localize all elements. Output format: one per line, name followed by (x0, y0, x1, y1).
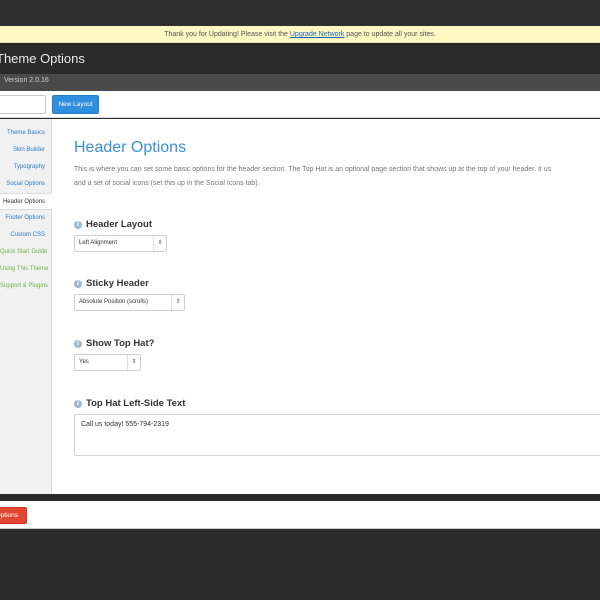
info-icon[interactable]: i (74, 399, 82, 408)
upgrade-network-link[interactable]: Upgrade Network (290, 31, 344, 38)
top-admin-bar (0, 0, 600, 26)
sidebar-item-typography[interactable]: Typography (0, 159, 51, 176)
option-sticky-header: i Sticky Header Absolute Position (scrol… (74, 278, 185, 311)
update-notice: Thank you for Updating! Please visit the… (0, 26, 600, 43)
sidebar-item-social-options[interactable]: Social Options (0, 176, 51, 193)
select-arrows-icon: ⇕ (127, 355, 140, 370)
action-bar: New Layout (0, 91, 600, 118)
info-icon[interactable]: i (74, 220, 82, 229)
notice-text-after: page to update all your sites. (344, 31, 436, 38)
sidebar-item-support-plugins[interactable]: Support & Plugins (0, 278, 51, 295)
new-layout-button[interactable]: New Layout (52, 95, 99, 114)
option-title: Sticky Header (86, 278, 149, 289)
option-top-hat-left-text: i Top Hat Left-Side Text Call us today! … (74, 398, 600, 456)
show-top-hat-select[interactable]: Yes ⇕ (74, 354, 141, 371)
select-value: Yes (79, 359, 89, 365)
sidebar-item-quick-start-guide[interactable]: Quick Start Guide (0, 244, 51, 261)
sidebar-item-theme-basics[interactable]: Theme Basics (0, 125, 51, 142)
version-bar: Version 2.0.16 (0, 74, 600, 91)
select-value: Left Alignment (79, 240, 118, 246)
select-arrows-icon: ⇕ (153, 236, 166, 251)
options-sidebar: Theme Basics Skin Builder Typography Soc… (0, 119, 52, 494)
info-icon[interactable]: i (74, 339, 82, 348)
footer-divider (0, 494, 600, 501)
sticky-header-select[interactable]: Absolute Position (scrolls) ⇕ (74, 294, 185, 311)
page-title: Theme Options (0, 51, 85, 66)
top-hat-left-text-field[interactable]: Call us today! 555-794-2319 (74, 414, 600, 456)
option-show-top-hat: i Show Top Hat? Yes ⇕ (74, 338, 154, 371)
select-arrows-icon: ⇕ (171, 295, 184, 310)
option-title: Top Hat Left-Side Text (86, 398, 186, 409)
header-layout-select[interactable]: Left Alignment ⇕ (74, 235, 167, 252)
option-header-layout: i Header Layout Left Alignment ⇕ (74, 219, 167, 252)
option-title: Show Top Hat? (86, 338, 155, 349)
layout-select[interactable] (0, 95, 46, 114)
options-panel: Theme Basics Skin Builder Typography Soc… (0, 119, 600, 494)
section-heading: Header Options (74, 139, 187, 156)
save-options-button[interactable]: Options (0, 507, 27, 524)
description-line-1: This is where you can set some basic opt… (74, 166, 552, 173)
sidebar-item-custom-css[interactable]: Custom CSS (0, 227, 51, 244)
notice-text-before: Thank you for Updating! Please visit the (164, 31, 290, 38)
title-bar: Theme Options (0, 43, 600, 74)
sidebar-item-footer-options[interactable]: Footer Options (0, 210, 51, 227)
info-icon[interactable]: i (74, 279, 82, 288)
version-label: Version 2.0.16 (4, 77, 49, 84)
save-bar: Options (0, 501, 600, 529)
option-title: Header Layout (86, 219, 152, 230)
select-value: Absolute Position (scrolls) (79, 299, 149, 305)
sidebar-item-header-options[interactable]: Header Options (0, 193, 52, 210)
options-content: Header Options This is where you can set… (52, 119, 600, 494)
sidebar-item-using-this-theme[interactable]: Using This Theme (0, 261, 51, 278)
section-description: This is where you can set some basic opt… (74, 163, 600, 191)
sidebar-item-skin-builder[interactable]: Skin Builder (0, 142, 51, 159)
description-line-2: and a set of social icons (set this up i… (74, 180, 260, 187)
